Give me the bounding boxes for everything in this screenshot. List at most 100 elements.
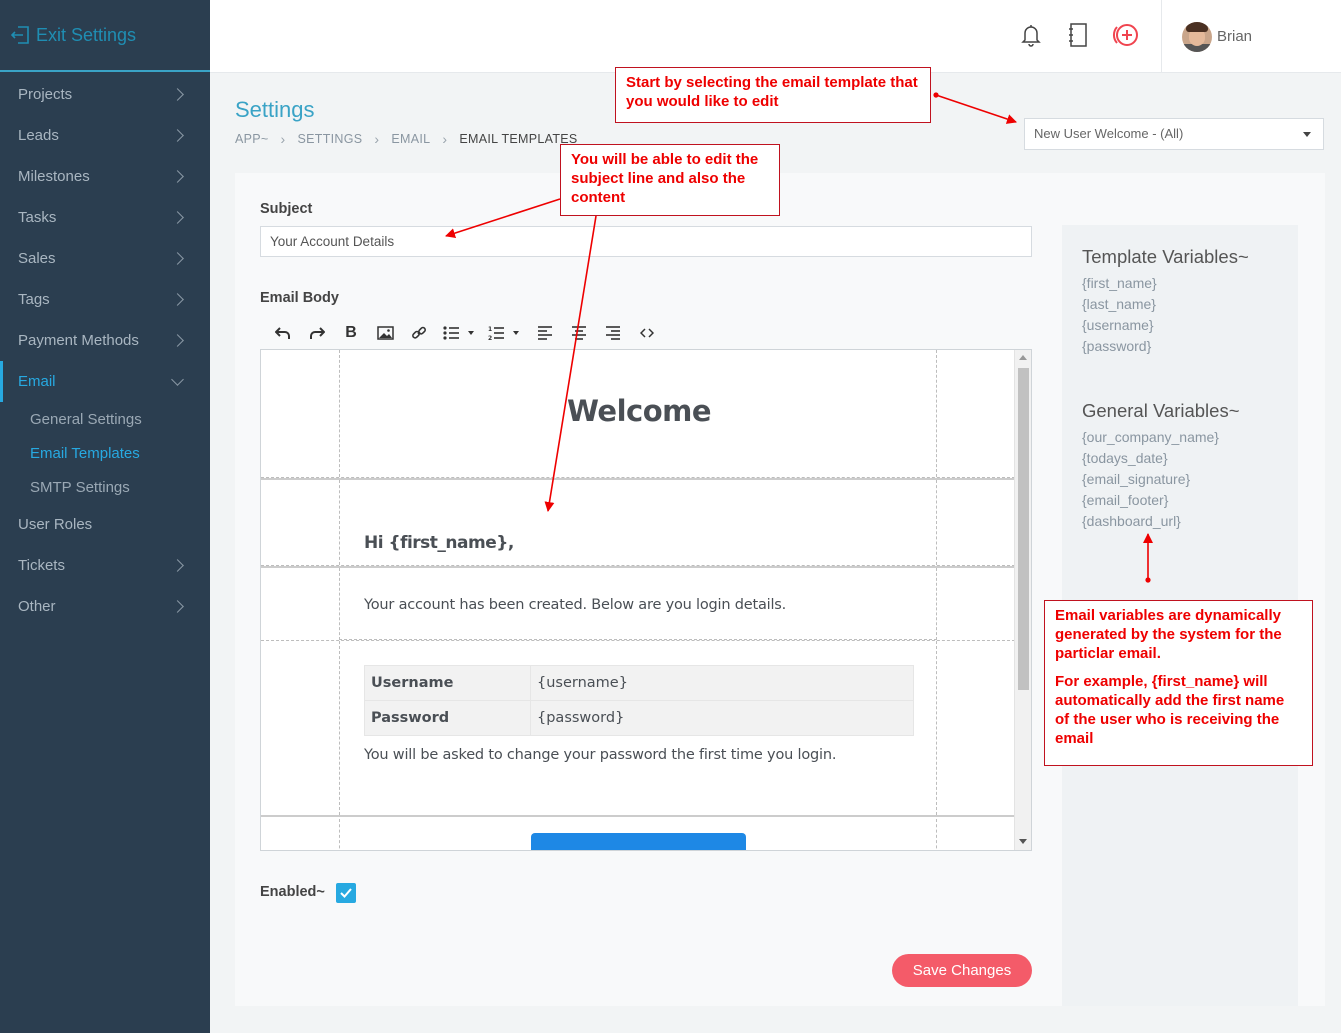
exit-settings-link[interactable]: Exit Settings	[0, 0, 210, 72]
email-body-label: Email Body	[260, 290, 339, 306]
variable-item[interactable]: {todays_date}	[1082, 450, 1219, 471]
email-note[interactable]: You will be asked to change your passwor…	[364, 747, 836, 763]
insert-image-button[interactable]	[368, 320, 402, 346]
email-header-block: Welcome	[261, 350, 1015, 478]
breadcrumb-item[interactable]: SETTINGS	[297, 132, 362, 146]
variable-item[interactable]: {first_name}	[1082, 275, 1157, 296]
sidebar-item-leads[interactable]: Leads	[0, 115, 210, 156]
sidebar-subitem-email-templates[interactable]: Email Templates	[0, 436, 210, 470]
scroll-up-icon[interactable]	[1019, 355, 1027, 360]
credential-value[interactable]: {username}	[530, 665, 914, 701]
variable-item[interactable]: {password}	[1082, 338, 1157, 359]
sidebar-subitem-smtp-settings[interactable]: SMTP Settings	[0, 470, 210, 504]
email-cta-button[interactable]	[531, 833, 746, 850]
sidebar-item-user-roles[interactable]: User Roles	[0, 504, 210, 545]
credentials-table: Username {username} Password {password}	[364, 665, 914, 736]
breadcrumb-item[interactable]: EMAIL	[391, 132, 430, 146]
sidebar-item-payment-methods[interactable]: Payment Methods	[0, 320, 210, 361]
sidebar-item-email[interactable]: Email	[0, 361, 210, 402]
variable-item[interactable]: {email_footer}	[1082, 492, 1219, 513]
variable-item[interactable]: {our_company_name}	[1082, 429, 1219, 450]
notebook-icon[interactable]	[1065, 21, 1091, 49]
credential-value[interactable]: {password}	[530, 700, 914, 736]
sidebar-item-label: Tasks	[18, 209, 57, 226]
sidebar-subitem-general-settings[interactable]: General Settings	[0, 402, 210, 436]
table-row: Username {username}	[364, 665, 914, 701]
editor-scrollbar[interactable]	[1014, 350, 1031, 850]
bullet-list-button[interactable]	[436, 320, 482, 346]
email-heading[interactable]: Welcome	[340, 394, 938, 428]
template-variables-title: Template Variables~	[1082, 246, 1249, 267]
sidebar: Exit Settings Projects Leads Milestones …	[0, 0, 210, 1033]
email-body-editor[interactable]: Welcome Hi {first_name}, Your account ha…	[260, 349, 1032, 851]
annotation-variables-text-2: For example, {first_name} will automatic…	[1055, 673, 1285, 747]
email-greeting[interactable]: Hi {first_name},	[364, 533, 514, 553]
sidebar-item-label: Payment Methods	[18, 332, 139, 349]
variable-item[interactable]: {email_signature}	[1082, 471, 1219, 492]
undo-button[interactable]	[266, 320, 300, 346]
user-name[interactable]: Brian	[1217, 28, 1252, 45]
email-credentials-block: Username {username} Password {password} …	[261, 641, 1015, 817]
sidebar-item-tickets[interactable]: Tickets	[0, 545, 210, 586]
exit-settings-label: Exit Settings	[36, 24, 137, 45]
divider	[1161, 0, 1162, 72]
checkmark-icon	[340, 888, 352, 898]
chevron-right-icon: ›	[442, 131, 448, 147]
source-code-button[interactable]	[630, 320, 664, 346]
align-right-button[interactable]	[596, 320, 630, 346]
caret-down-icon	[1303, 132, 1311, 137]
align-left-button[interactable]	[528, 320, 562, 346]
credential-key[interactable]: Username	[364, 665, 531, 701]
variable-item[interactable]: {last_name}	[1082, 296, 1157, 317]
annotation-variables: Email variables are dynamically generate…	[1044, 600, 1313, 766]
template-select-value: New User Welcome - (All)	[1034, 126, 1184, 141]
arrow-to-template-select	[933, 92, 1017, 124]
general-variables-list: {our_company_name} {todays_date} {email_…	[1082, 429, 1219, 534]
sidebar-item-label: Leads	[18, 127, 59, 144]
general-variables-title: General Variables~	[1082, 400, 1240, 421]
scroll-down-icon[interactable]	[1019, 839, 1027, 844]
sidebar-item-label: Email	[18, 373, 56, 390]
enabled-checkbox[interactable]	[336, 883, 356, 903]
redo-button[interactable]	[300, 320, 334, 346]
svg-text:2: 2	[488, 335, 492, 341]
bell-icon[interactable]	[1018, 21, 1044, 49]
annotation-select-template: Start by selecting the email template th…	[615, 67, 931, 123]
editor-toolbar: B 12	[266, 320, 664, 346]
avatar[interactable]	[1182, 22, 1212, 52]
chevron-right-icon	[171, 129, 184, 142]
email-button-block	[261, 819, 1015, 850]
scroll-thumb[interactable]	[1018, 368, 1029, 690]
sidebar-item-tags[interactable]: Tags	[0, 279, 210, 320]
subject-input[interactable]	[260, 226, 1032, 257]
numbered-list-button[interactable]: 12	[482, 320, 528, 346]
sidebar-item-other[interactable]: Other	[0, 586, 210, 627]
bold-button[interactable]: B	[334, 320, 368, 346]
sidebar-item-milestones[interactable]: Milestones	[0, 156, 210, 197]
sidebar-item-label: User Roles	[18, 516, 93, 533]
add-circle-icon[interactable]	[1110, 21, 1142, 49]
sidebar-item-label: Projects	[18, 86, 73, 103]
sidebar-item-projects[interactable]: Projects	[0, 74, 210, 115]
sidebar-item-label: Milestones	[18, 168, 90, 185]
chevron-right-icon	[171, 600, 184, 613]
variable-item[interactable]: {username}	[1082, 317, 1157, 338]
variable-item[interactable]: {dashboard_url}	[1082, 513, 1219, 534]
insert-link-button[interactable]	[402, 320, 436, 346]
enabled-label: Enabled~	[260, 884, 325, 900]
template-select[interactable]: New User Welcome - (All)	[1024, 118, 1324, 150]
chevron-right-icon	[171, 211, 184, 224]
sidebar-item-tasks[interactable]: Tasks	[0, 197, 210, 238]
email-intro[interactable]: Your account has been created. Below are…	[364, 597, 786, 613]
sidebar-nav: Projects Leads Milestones Tasks Sales Ta…	[0, 72, 210, 627]
sidebar-item-label: Tickets	[18, 557, 65, 574]
chevron-right-icon	[171, 88, 184, 101]
save-button[interactable]: Save Changes	[892, 954, 1032, 987]
sidebar-item-sales[interactable]: Sales	[0, 238, 210, 279]
sidebar-item-label: Sales	[18, 250, 56, 267]
credential-key[interactable]: Password	[364, 700, 531, 736]
breadcrumb-item[interactable]: APP~	[235, 132, 269, 146]
align-center-button[interactable]	[562, 320, 596, 346]
chevron-right-icon: ›	[280, 131, 286, 147]
email-greeting-block: Hi {first_name},	[261, 478, 1015, 566]
